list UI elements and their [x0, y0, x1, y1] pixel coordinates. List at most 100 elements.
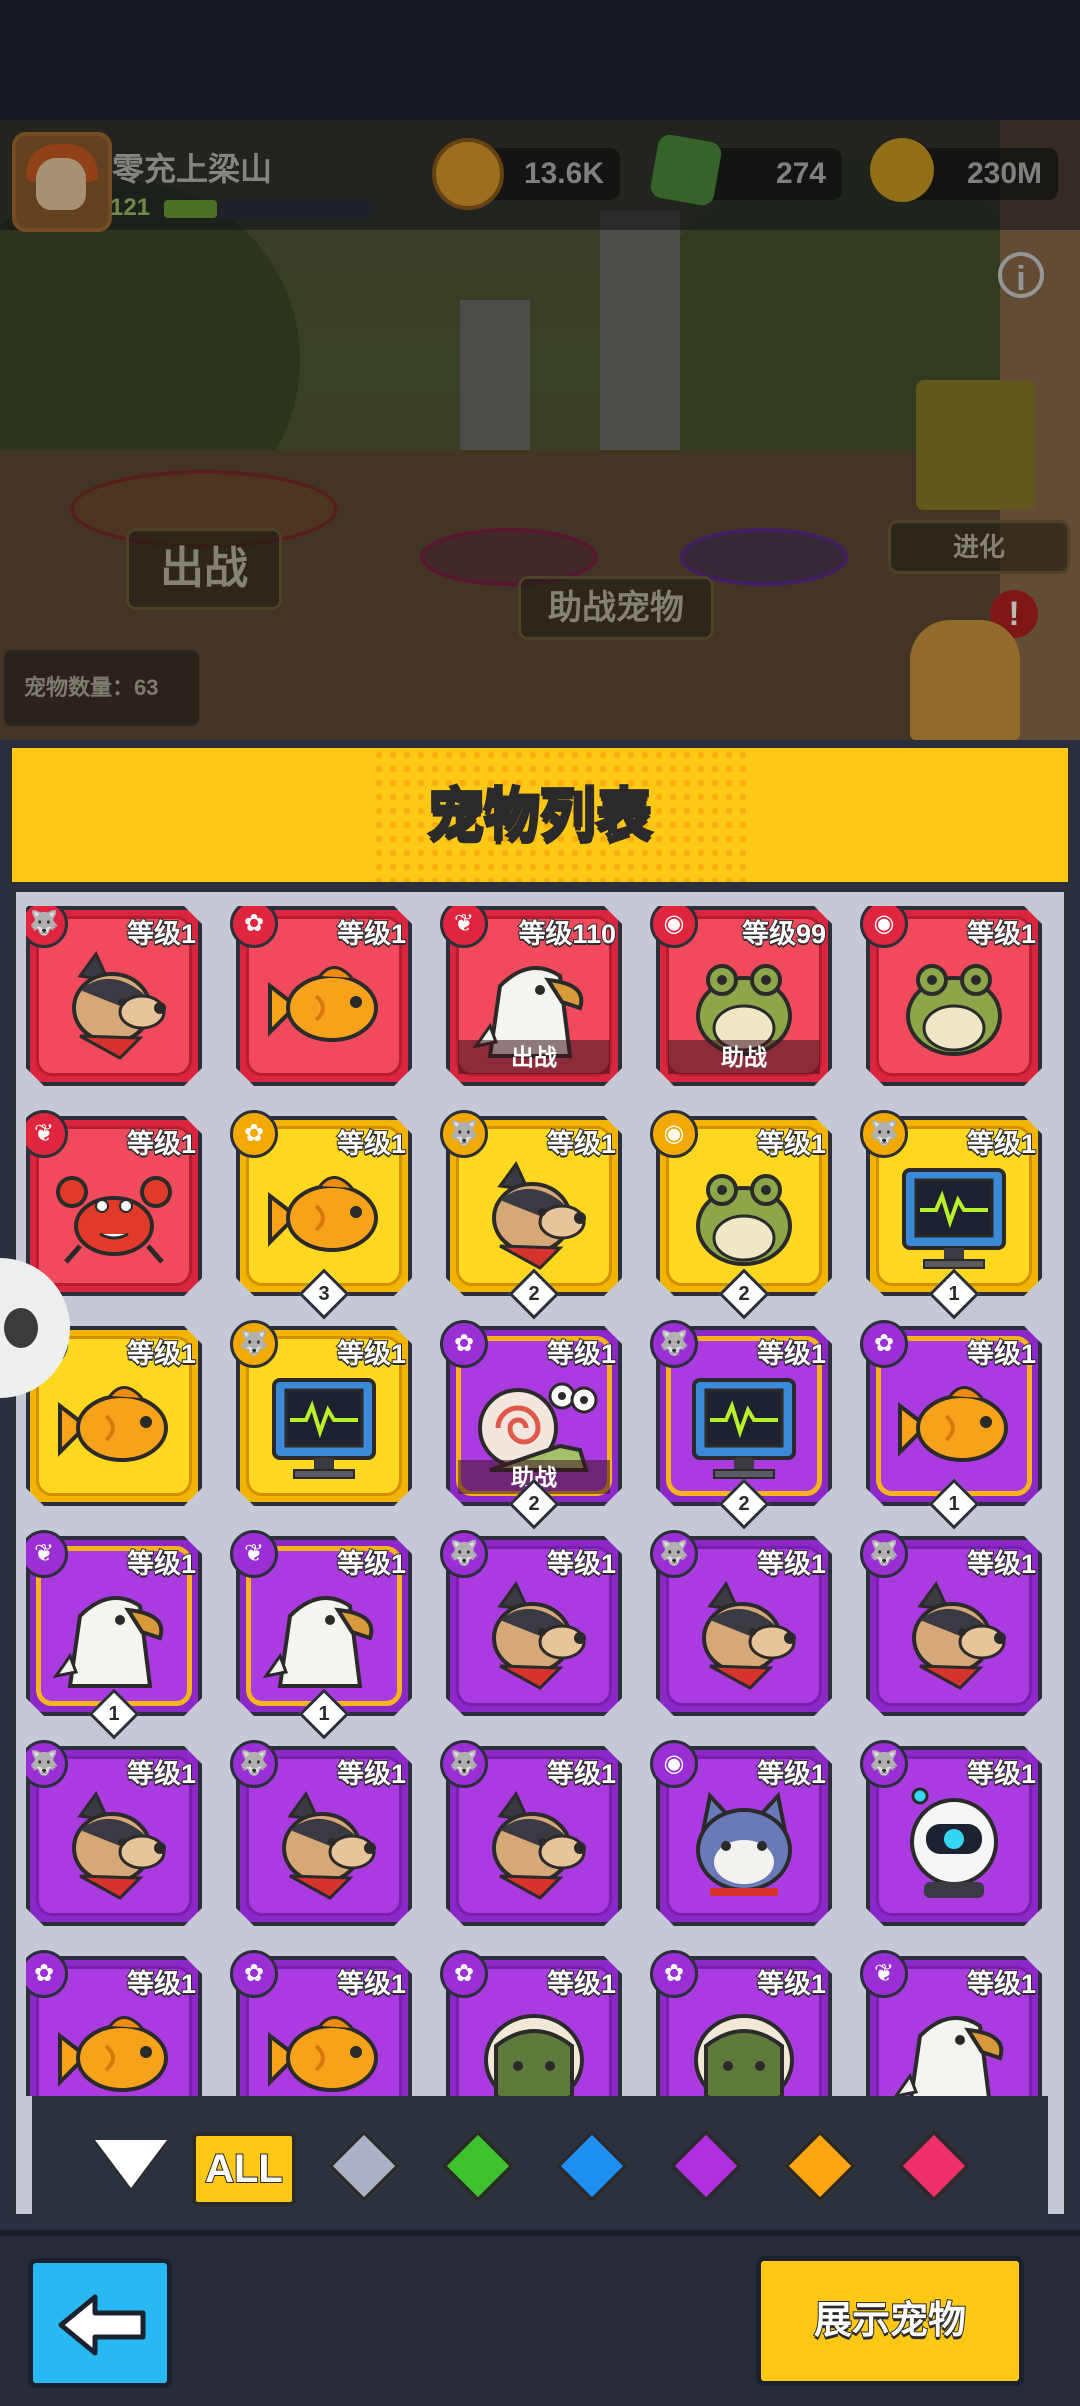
coin-type-icon: ◉: [650, 1740, 698, 1788]
monitor-pet-icon: [692, 1378, 796, 1479]
pet-card[interactable]: 等级1 🐺: [860, 1740, 1042, 1926]
pet-card[interactable]: 等级1 ◉ 2: [650, 1110, 832, 1320]
monitor-pet-icon: [272, 1378, 376, 1479]
pet-level: 等级1: [966, 1338, 1037, 1370]
dog-type-icon: 🐺: [440, 1740, 488, 1788]
dog-pet-icon: [492, 1581, 586, 1690]
pet-list-title: 宠物列表: [427, 782, 654, 848]
fish-pet-icon: [268, 2016, 378, 2092]
pet-card[interactable]: 等级1 ✿ 3: [230, 1110, 412, 1320]
star-rank-value: 1: [108, 1703, 120, 1725]
sort-dropdown-icon[interactable]: [95, 2140, 167, 2188]
pet-level: 等级1: [546, 1968, 617, 2000]
pet-card[interactable]: 等级1 🐺: [860, 1530, 1042, 1716]
show-pet-button[interactable]: 展示宠物: [756, 2256, 1024, 2386]
pet-card[interactable]: 等级1 ✿: [440, 1950, 622, 2096]
pet-level: 等级1: [336, 1548, 407, 1580]
pet-card[interactable]: 等级110 ❦ 出战: [440, 906, 622, 1086]
turtle-pet-icon: [484, 2014, 584, 2096]
turtle-type-icon: ✿: [650, 1950, 698, 1998]
pet-level: 等级1: [126, 1548, 197, 1580]
pet-card[interactable]: 等级1 🐺: [230, 1740, 412, 1926]
dog-pet-icon: [492, 1161, 586, 1270]
dog-pet-icon: [72, 951, 166, 1060]
fish-pet-icon: [898, 1386, 1008, 1462]
dog-pet-icon: [492, 1791, 586, 1900]
pet-level: 等级1: [756, 1968, 827, 2000]
dog-pet-icon: [912, 1581, 1006, 1690]
pet-card[interactable]: 等级1 ✿ 助战 2: [440, 1320, 622, 1530]
pet-card[interactable]: 等级1 ❦: [26, 1110, 202, 1296]
turtle-type-icon: ✿: [860, 1320, 908, 1368]
rarity-filter-bar: [32, 2096, 1048, 2222]
pet-card[interactable]: 等级1 ✿: [650, 1950, 832, 2096]
dog-pet-icon: [72, 1791, 166, 1900]
turtle-type-icon: ✿: [440, 1950, 488, 1998]
turtle-type-icon: ✿: [230, 1110, 278, 1158]
pet-level: 等级1: [756, 1128, 827, 1160]
pet-card[interactable]: 等级1✿: [26, 1950, 202, 2096]
pet-card[interactable]: 等级1 ◉: [650, 1740, 832, 1926]
pet-card[interactable]: 等级1✿: [230, 1950, 412, 2096]
star-rank-value: 1: [948, 1493, 960, 1515]
eagle-pet-icon: [52, 1596, 164, 1688]
pet-level: 等级1: [336, 918, 407, 950]
dog-pet-icon: [702, 1581, 796, 1690]
dog-type-icon: 🐺: [650, 1320, 698, 1368]
star-rank-value: 2: [528, 1283, 540, 1305]
pet-card[interactable]: 等级1 🐺: [440, 1740, 622, 1926]
pet-level: 等级1: [966, 1128, 1037, 1160]
frog-pet-icon: [696, 1174, 792, 1266]
frog-pet-icon: [906, 964, 1002, 1056]
pet-card[interactable]: 等级1 🐺: [650, 1530, 832, 1716]
fish-pet-icon: [58, 1386, 168, 1462]
back-arrow-icon: [58, 2294, 146, 2356]
pet-level: 等级1: [756, 1338, 827, 1370]
pet-level: 等级1: [546, 1128, 617, 1160]
pet-card[interactable]: 等级1 🐺: [440, 1530, 622, 1716]
dog-type-icon: 🐺: [650, 1530, 698, 1578]
pet-card[interactable]: 等级1 ❦ 1: [230, 1530, 412, 1740]
pet-level: 等级1: [126, 1128, 197, 1160]
turtle-type-icon: ✿: [440, 1320, 488, 1368]
pet-level: 等级1: [756, 1548, 827, 1580]
pet-list-header: 宠物列表: [8, 744, 1072, 886]
fish-pet-icon: [268, 966, 378, 1042]
background-dimmer: [0, 0, 1080, 740]
pet-level: 等级1: [966, 918, 1037, 950]
turtle-pet-icon: [694, 2014, 794, 2096]
eagle-pet-icon: [894, 2016, 1004, 2096]
robot-pet-icon: [910, 1787, 998, 1898]
star-rank-value: 2: [738, 1283, 750, 1305]
pet-card[interactable]: 等级1 🐺: [230, 1320, 412, 1506]
pet-card[interactable]: 等级1 🐺: [26, 906, 202, 1086]
pet-card[interactable]: 等级1 🐺 1: [860, 1110, 1042, 1320]
coin-type-icon: ◉: [650, 1110, 698, 1158]
pet-level: 等级1: [336, 1758, 407, 1790]
fish-pet-icon: [58, 2016, 168, 2092]
pet-level: 等级1: [546, 1338, 617, 1370]
pet-card[interactable]: 等级1 🐺 2: [650, 1320, 832, 1530]
filter-all-button[interactable]: ALL: [192, 2132, 296, 2206]
pet-card[interactable]: 等级1 ◉: [860, 906, 1042, 1086]
back-button[interactable]: [28, 2258, 172, 2388]
pet-level: 等级1: [546, 1758, 617, 1790]
pet-card[interactable]: 等级1 ❦: [860, 1950, 1042, 2096]
monitor-pet-icon: [902, 1168, 1006, 1269]
star-rank-value: 3: [318, 1283, 330, 1305]
pet-level: 等级1: [966, 1548, 1037, 1580]
pet-card[interactable]: 等级99 ◉ 助战: [650, 906, 832, 1086]
pet-level: 等级99: [741, 918, 827, 950]
eagle-pet-icon: [262, 1596, 374, 1688]
pet-card[interactable]: 等级1 ✿ 1: [860, 1320, 1042, 1530]
pet-card[interactable]: 等级1 🐺: [26, 1740, 202, 1926]
pet-grid: 等级1 🐺 等级1 ✿ 等级110 ❦ 出战 等级99 ◉ 助战 等级1 ◉ 等级1 ❦ 等级1 ✿ 3 等级1 🐺…: [26, 906, 1056, 2096]
pet-card[interactable]: 等级1 ❦ 1: [26, 1530, 202, 1740]
star-rank-value: 2: [738, 1493, 750, 1515]
dog-type-icon: 🐺: [860, 1110, 908, 1158]
pet-card[interactable]: 等级1✿: [230, 906, 412, 1086]
pet-status-label: 出战: [458, 1040, 610, 1074]
dog-type-icon: 🐺: [860, 1530, 908, 1578]
pet-level: 等级1: [126, 918, 197, 950]
pet-card[interactable]: 等级1 🐺 2: [440, 1110, 622, 1320]
